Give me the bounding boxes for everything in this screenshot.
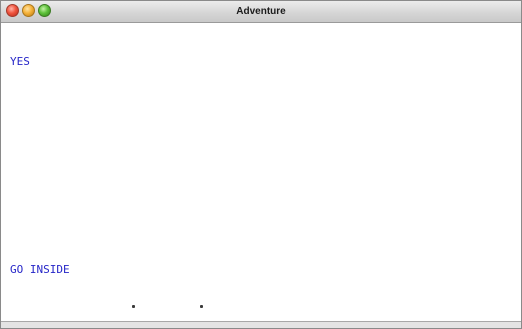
adventure-window: Adventure YES GO INSIDE	[0, 0, 522, 329]
text-fragment	[132, 305, 135, 308]
window-bottom-edge	[1, 321, 521, 328]
text-fragment	[200, 305, 203, 308]
title-bar[interactable]: Adventure	[1, 1, 521, 23]
clipped-text-row	[10, 305, 310, 311]
transcript-line: GO INSIDE	[10, 263, 70, 276]
window-title: Adventure	[236, 6, 286, 17]
transcript-line: YES	[10, 55, 30, 68]
game-transcript[interactable]: YES GO INSIDE	[1, 23, 521, 328]
